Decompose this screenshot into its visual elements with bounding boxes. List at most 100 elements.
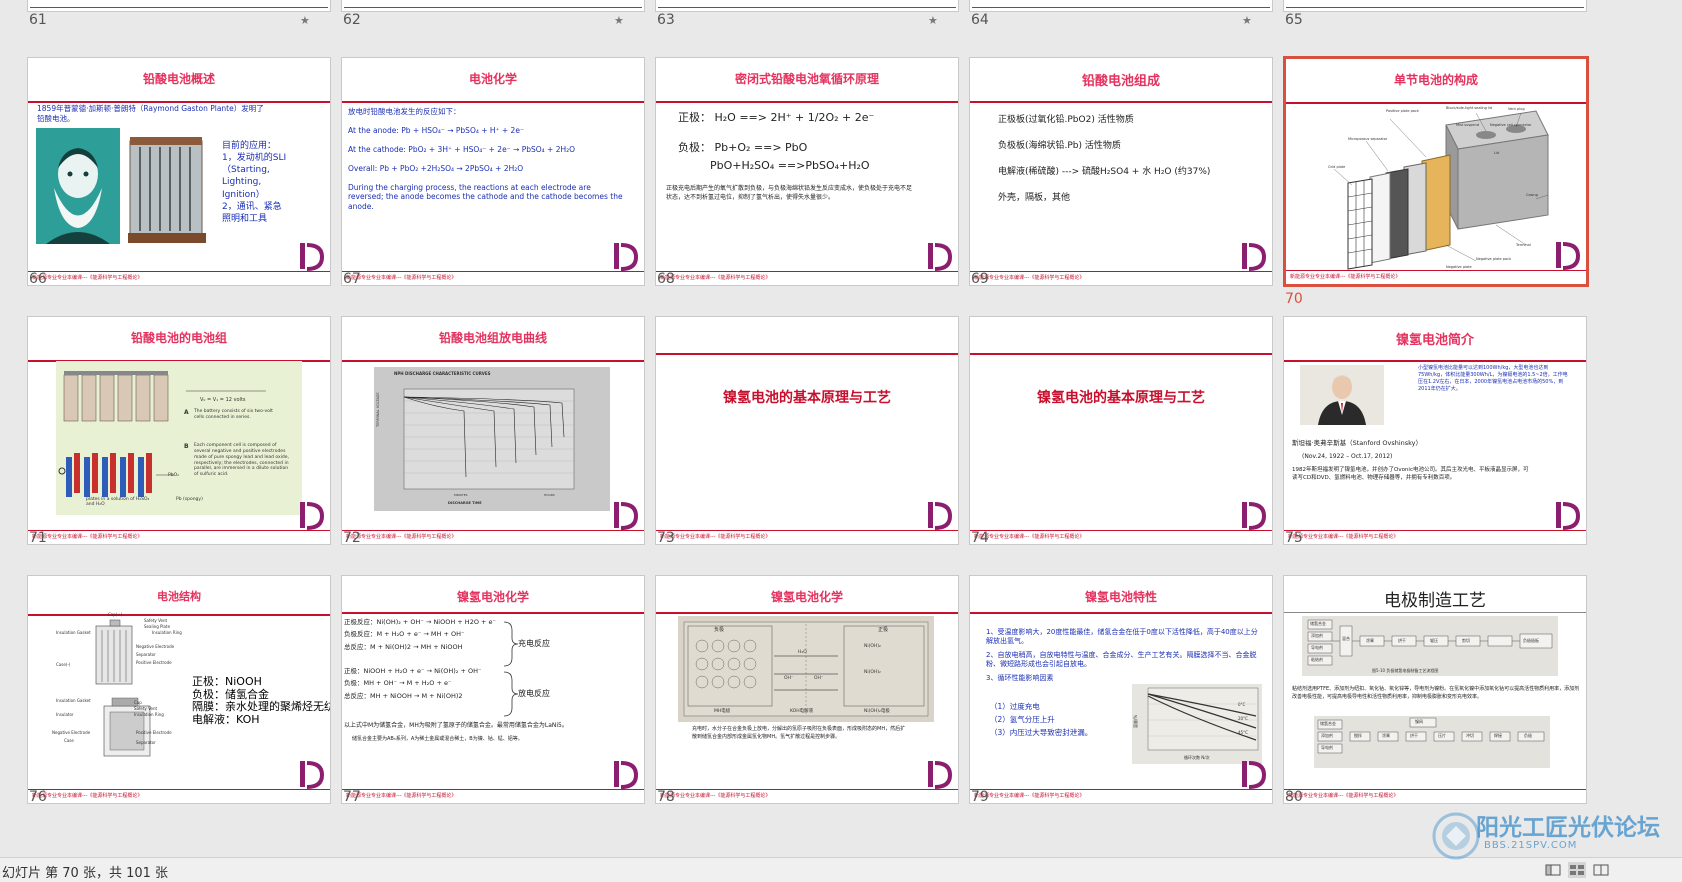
components-list: 正极板(过氧化铅.PbO2) 活性物质 负极板(海绵状铅.Pb) 活性物质 电解… <box>998 115 1211 204</box>
diagram-label: 正极 <box>878 627 889 633</box>
battery-pack-diagram: V₀ = V₁ = 12 volts A The battery consist… <box>56 361 302 515</box>
slide-thumbnail-80[interactable]: 电极制造工艺 储氢合金 添加剂 导电剂 粘结剂 混合 涂膏 烘干 辊压 剪切 负… <box>1283 575 1587 804</box>
slide-thumbnail-74[interactable]: 镍氢电池的基本原理与工艺 新能源专业专业本编课---《能源科学与工程概论》 <box>969 316 1273 545</box>
series-label: 0°C <box>1238 702 1246 707</box>
discharge-curve-image: NPH DISCHARGE CHARACTERISTIC CURVES TERM… <box>374 367 610 511</box>
university-logo-icon <box>612 239 639 271</box>
diagram-label: Vent plug <box>1508 107 1525 111</box>
charge-reactions: 正极反应：Ni(OH)₂ + OH⁻ → NiOOH + H2O + e⁻ 负极… <box>344 618 496 651</box>
slide-thumbnail-77[interactable]: 镍氢电池化学 正极反应：Ni(OH)₂ + OH⁻ → NiOOH + H2O … <box>341 575 645 804</box>
slide-position-status: 幻灯片 第 70 张，共 101 张 <box>2 866 169 881</box>
slide-title: 电池结构 <box>157 590 201 603</box>
slide-thumbnail-70[interactable]: 单节电池的构成 Positive plate pack Block/side-t… <box>1283 56 1589 287</box>
slide-sorter-view-button[interactable] <box>1568 862 1586 878</box>
slide-thumbnail-69[interactable]: 铅酸电池组成 正极板(过氧化铅.PbO2) 活性物质 负极板(海绵状铅.Pb) … <box>969 57 1273 286</box>
equation-negative-2: PbO+H₂SO₄ ==>PbSO₄+H₂O <box>710 159 870 172</box>
slide-thumbnail-79[interactable]: 镍氢电池特性 1、受温度影响大，20度性能最佳，储氢合金在低于0度以下活性降低，… <box>969 575 1273 804</box>
process-flow-2: 储氢合金 添加剂 导电剂 镍网 搅拌 涂膏 烘干 压片 冲切 焊接 负极 <box>1314 716 1550 768</box>
slide-footer: 新能源专业专业本编课---《能源科学与工程概论》 <box>32 275 143 281</box>
slide-title: 铅酸电池组成 <box>1081 74 1160 89</box>
title-rule <box>656 101 958 103</box>
flow-step: 冲切 <box>1466 733 1474 738</box>
university-logo-icon <box>926 239 953 271</box>
flow-step: 导电剂 <box>1321 745 1333 750</box>
diagram-label: Insulation Gasket <box>56 630 91 635</box>
diagram-label: Safety Vent <box>144 618 168 623</box>
slide-footer: 新能源专业专业本编课---《能源科学与工程概论》 <box>32 793 143 799</box>
slide-thumbnail-63[interactable] <box>655 0 959 12</box>
cell-structure-diagram: Cap(+) Safety Vent Sealing Plate Insulat… <box>52 612 196 766</box>
diagram-label: Microporous separator <box>1348 137 1388 141</box>
slide-title: 镍氢电池化学 <box>456 590 529 604</box>
university-logo-icon <box>298 757 325 789</box>
flow-step: 负极极板 <box>1523 638 1539 643</box>
slide-number: 77 <box>343 789 361 805</box>
slide-number: 79 <box>971 789 989 805</box>
slide-thumbnail-67[interactable]: 电池化学 放电时铅酸电池发生的反应如下： At the anode: Pb + … <box>341 57 645 286</box>
slide-thumbnail-68[interactable]: 密闭式铅酸电池氧循环原理 正极： H₂O ==> 2H⁺ + 1/2O₂ + 2… <box>655 57 959 286</box>
x-label: DISCHARGE TIME <box>448 501 482 505</box>
label-a: A <box>184 409 189 416</box>
slide-number: 78 <box>657 789 675 805</box>
footer-rule <box>1284 530 1586 531</box>
footer-rule <box>1286 270 1586 271</box>
slide-thumbnail-78[interactable]: 镍氢电池化学 负极 正极 Ni(OH)₂ Ni(OH)₂ H₂O OH⁻ OH⁻… <box>655 575 959 804</box>
slide-number: 69 <box>971 271 989 287</box>
footer-rule <box>342 789 644 790</box>
diagram-label: Safety Vent <box>134 706 158 711</box>
slide-thumbnail-65[interactable] <box>1283 0 1587 12</box>
slide-title: 镍氢电池特性 <box>1084 590 1157 604</box>
star-icon: ★ <box>614 14 624 27</box>
footer-rule <box>28 271 330 272</box>
slide-title: 电池化学 <box>468 72 517 86</box>
slide-thumbnail-76[interactable]: 电池结构 Cap(+) Safety Vent Sealing Plate In… <box>27 575 331 804</box>
slide-sorter-pane[interactable]: 61 ★ 62 ★ 63 ★ 64 ★ 65 铅酸电池概述 1859年普蒙德·加… <box>0 0 1682 857</box>
flow-step: 负极 <box>1524 733 1532 738</box>
footer-rule <box>28 530 330 531</box>
slide-title: 镍氢电池简介 <box>1395 333 1474 348</box>
inventor-bio: 1982年斯坦福发明了镍氢电池，并创办了Ovonic电池公司。其后主攻光电、平板… <box>1292 467 1529 481</box>
footer-rule <box>656 530 958 531</box>
slide-thumbnail-61[interactable] <box>27 0 331 12</box>
diagram-label: Separator <box>136 740 156 745</box>
slide-number: 62 <box>343 12 361 28</box>
slide-thumbnail-75[interactable]: 镍氢电池简介 小型镍氢电池比能量可以达到100Wh/kg，大型电池也达到75Wh… <box>1283 316 1587 545</box>
slide-title: 密闭式铅酸电池氧循环原理 <box>734 72 879 86</box>
slide-thumbnail-62[interactable] <box>341 0 645 12</box>
university-logo-icon <box>1240 757 1267 789</box>
slide-thumbnail-64[interactable] <box>969 0 1273 12</box>
series-label: 45°C <box>1238 730 1248 735</box>
alloy-note: 以上式中M为储氢合金，MH为吸附了氢原子的储氢合金。最常用储氢合金为LaNi5。 <box>344 722 568 729</box>
reading-view-button[interactable] <box>1592 862 1610 878</box>
caption-a: The battery consists of six two-volt cel… <box>194 409 273 420</box>
slide-thumbnail-66[interactable]: 铅酸电池概述 1859年普蒙德·加斯顿·普朗特（Raymond Gaston P… <box>27 57 331 286</box>
normal-view-button[interactable] <box>1544 862 1562 878</box>
slide-thumbnail-73[interactable]: 镍氢电池的基本原理与工艺 新能源专业专业本编课---《能源科学与工程概论》 <box>655 316 959 545</box>
status-bar: 幻灯片 第 70 张，共 101 张 <box>0 857 1682 882</box>
slide-thumbnail-72[interactable]: 铅酸电池组放电曲线 NPH DISCHARGE CHARACTERISTIC C… <box>341 316 645 545</box>
slide-footer: 新能源专业专业本编课---《能源科学与工程概论》 <box>660 275 771 281</box>
slide-number: 66 <box>29 271 47 287</box>
slide-number: 80 <box>1285 789 1303 805</box>
footer-rule <box>970 789 1272 790</box>
diagram-label: Mist suspend <box>1456 123 1479 127</box>
slide-number: 63 <box>657 12 675 28</box>
brace-icon <box>503 621 519 717</box>
diagram-label: Negative Electrode <box>136 644 175 649</box>
slide-number: 65 <box>1285 12 1303 28</box>
title-rule <box>342 101 644 103</box>
slide-title: 铅酸电池概述 <box>142 72 215 86</box>
footer-rule <box>970 271 1272 272</box>
flow-step: 镍网 <box>1415 719 1423 724</box>
university-logo-icon <box>1554 498 1581 530</box>
footer-rule <box>28 789 330 790</box>
slide-thumbnail-71[interactable]: 铅酸电池的电池组 V₀ = V₁ = 12 volts A The batter… <box>27 316 331 545</box>
flow-step: 涂膏 <box>1382 733 1390 738</box>
slide-footer: 新能源专业专业本编课---《能源科学与工程概论》 <box>346 793 457 799</box>
university-logo-icon <box>926 757 953 789</box>
title-rule <box>1284 612 1586 613</box>
title-rule <box>970 612 1272 614</box>
slide-footer: 新能源专业专业本编课---《能源科学与工程概论》 <box>660 534 771 540</box>
pb-label: Pb (spongy) <box>176 497 203 502</box>
footer-rule <box>656 789 958 790</box>
